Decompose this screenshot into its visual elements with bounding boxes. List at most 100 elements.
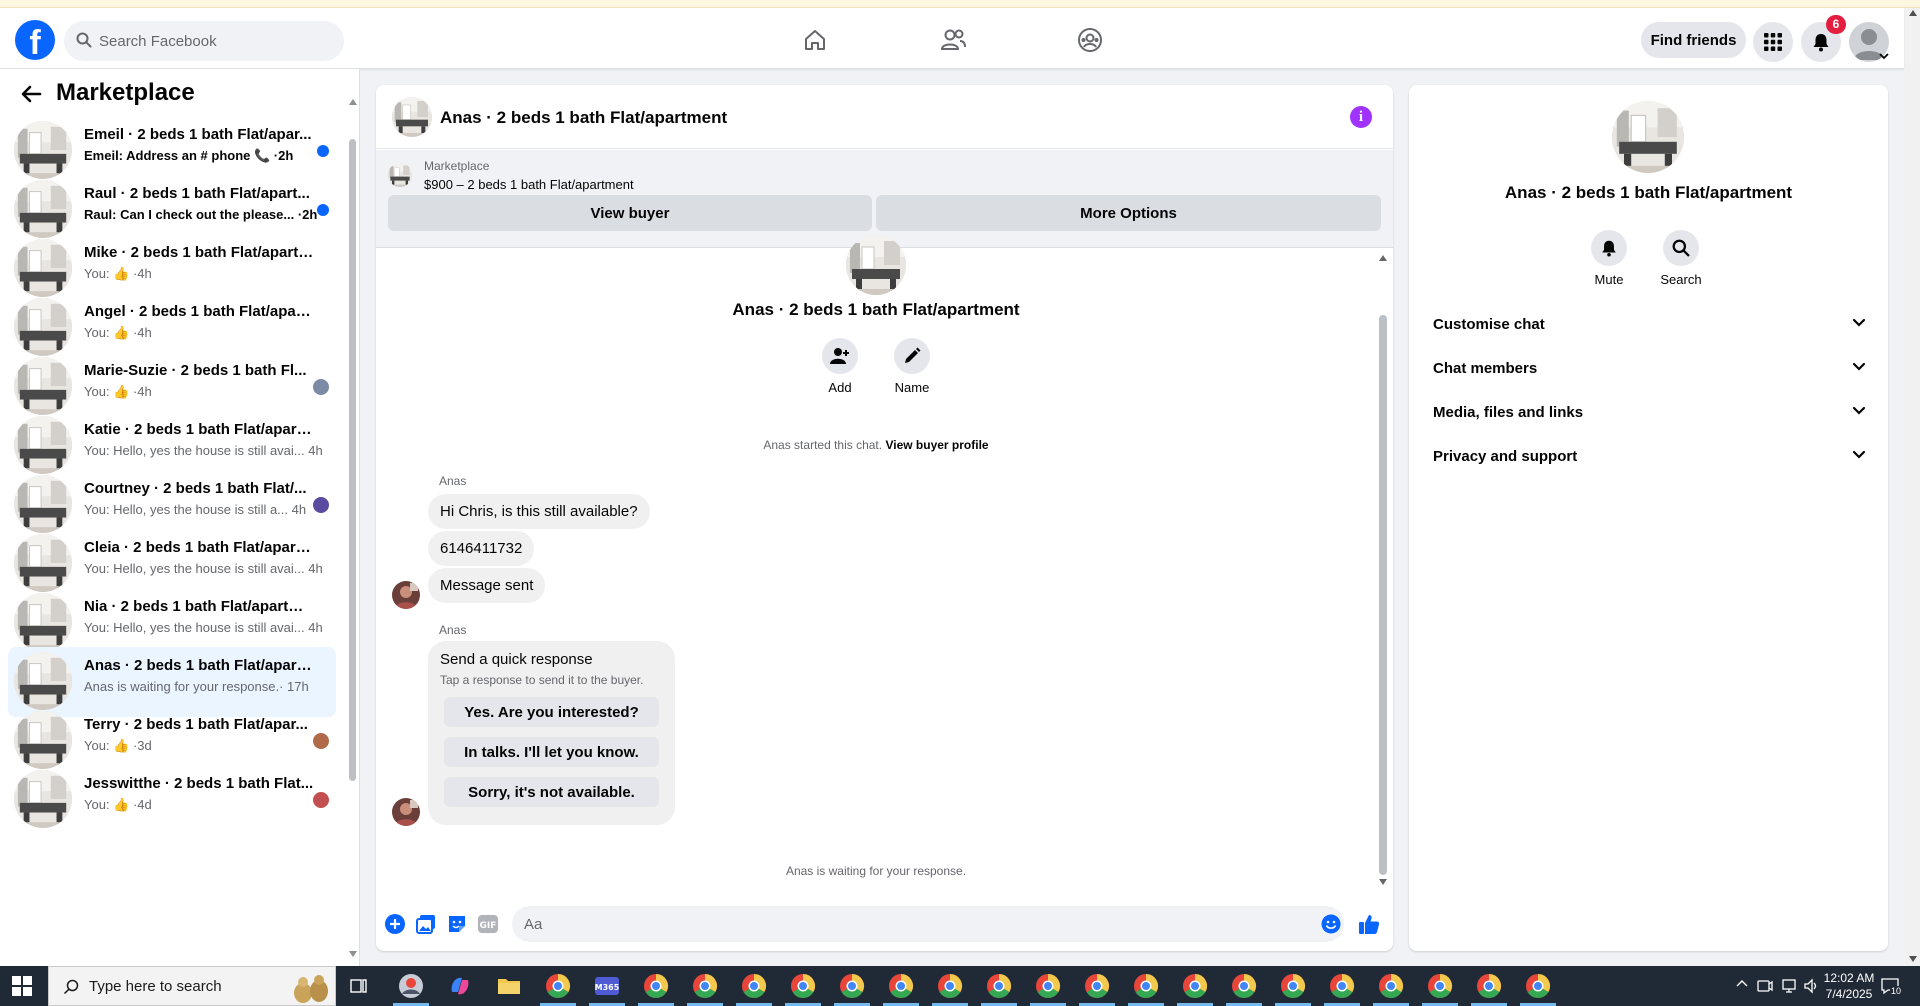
more-options-button[interactable]: More Options <box>876 195 1381 231</box>
unread-dot <box>317 145 329 157</box>
back-arrow-icon[interactable] <box>20 83 42 105</box>
chrome-icon[interactable] <box>1279 972 1307 1000</box>
mute-circle <box>1591 230 1627 266</box>
groups-tab[interactable] <box>1060 24 1120 56</box>
chrome-icon[interactable] <box>642 972 670 1000</box>
page-scrollbar[interactable] <box>1906 8 1920 966</box>
chrome-icon[interactable] <box>1377 972 1405 1000</box>
scroll-up-arrow-icon[interactable] <box>1379 255 1387 261</box>
more-actions-button[interactable] <box>384 913 406 935</box>
chrome-icon[interactable] <box>936 972 964 1000</box>
chrome-icon[interactable] <box>1475 972 1503 1000</box>
view-buyer-profile-link[interactable]: View buyer profile <box>885 438 988 452</box>
quick-response-option[interactable]: Sorry, it's not available. <box>444 777 659 807</box>
profile-app-icon[interactable] <box>397 972 425 1000</box>
sender-avatar[interactable] <box>392 581 420 609</box>
search-icon <box>1672 239 1690 257</box>
conversation-name: Mike · 2 beds 1 bath Flat/apartm... <box>84 244 314 261</box>
chrome-icon[interactable] <box>691 972 719 1000</box>
listing-title[interactable]: $900 – 2 beds 1 bath Flat/apartment <box>424 177 634 192</box>
search-icon <box>63 979 79 995</box>
thumbs-up-icon <box>1359 915 1380 934</box>
view-buyer-button[interactable]: View buyer <box>388 195 872 231</box>
mute-button[interactable]: Mute <box>1579 230 1639 287</box>
add-people-button[interactable]: Add <box>810 338 870 395</box>
chrome-icon[interactable] <box>1524 972 1552 1000</box>
chrome-icon[interactable] <box>544 972 572 1000</box>
network-icon[interactable] <box>1781 978 1797 994</box>
emoji-button[interactable] <box>1320 913 1342 935</box>
media-files-links-section[interactable]: Media, files and links <box>1417 391 1880 435</box>
facebook-logo[interactable]: f <box>15 20 55 60</box>
chrome-icon[interactable] <box>789 972 817 1000</box>
find-friends-button[interactable]: Find friends <box>1641 22 1746 58</box>
scroll-down-arrow-icon[interactable] <box>349 951 357 957</box>
conversation-thumbnail <box>14 121 72 179</box>
chrome-icon[interactable] <box>1181 972 1209 1000</box>
meet-now-icon[interactable] <box>1757 978 1773 994</box>
marketplace-sidebar: Marketplace Emeil · 2 beds 1 bath Flat/a… <box>0 69 360 966</box>
file-explorer-icon[interactable] <box>495 972 523 1000</box>
conversation-item[interactable]: Jesswitthe · 2 beds 1 bath Flat... You: 👍… <box>8 765 336 835</box>
conversation-name: Courtney · 2 beds 1 bath Flat/... <box>84 480 307 497</box>
chrome-icon[interactable] <box>1328 972 1356 1000</box>
chat-scroll-thumb[interactable] <box>1379 315 1387 875</box>
chrome-icon[interactable] <box>887 972 915 1000</box>
quick-response-option[interactable]: Yes. Are you interested? <box>444 697 659 727</box>
gif-button[interactable]: GIF <box>477 913 499 935</box>
message-bubble[interactable]: 6146411732 <box>428 531 535 566</box>
sidebar-scrollbar[interactable] <box>349 99 357 957</box>
conversation-snippet: You: Hello, yes the house is still avai.… <box>84 443 323 458</box>
privacy-support-section[interactable]: Privacy and support <box>1417 435 1880 479</box>
account-chevron-icon[interactable] <box>1879 52 1889 60</box>
customise-chat-section[interactable]: Customise chat <box>1417 303 1880 347</box>
message-bubble[interactable]: Hi Chris, is this still available? <box>428 494 650 529</box>
windows-start-icon[interactable] <box>12 976 32 996</box>
scroll-down-arrow-icon[interactable] <box>1379 879 1387 885</box>
friends-icon <box>940 29 966 50</box>
attach-photo-button[interactable] <box>415 913 437 935</box>
taskbar-clock[interactable]: 12:02 AM 7/4/2025 <box>1814 970 1884 1002</box>
chrome-icon[interactable] <box>1230 972 1258 1000</box>
conversation-snippet: You: 👍 ·4h <box>84 325 152 340</box>
scroll-down-arrow-icon[interactable] <box>1909 956 1917 962</box>
m365-icon[interactable]: M365 <box>593 972 621 1000</box>
taskbar-search[interactable]: Type here to search <box>48 966 336 1006</box>
chrome-icon[interactable] <box>1426 972 1454 1000</box>
home-tab[interactable] <box>785 24 845 56</box>
chrome-icon[interactable] <box>838 972 866 1000</box>
message-sender: Anas <box>439 623 467 637</box>
friends-tab[interactable] <box>923 24 983 56</box>
chrome-icon[interactable] <box>985 972 1013 1000</box>
scroll-up-arrow-icon[interactable] <box>349 99 357 105</box>
copilot-icon[interactable] <box>446 972 474 1000</box>
sidebar-scroll-thumb[interactable] <box>349 139 356 781</box>
chrome-icon[interactable] <box>1083 972 1111 1000</box>
scroll-up-arrow-icon[interactable] <box>1909 10 1917 16</box>
menu-button[interactable] <box>1753 22 1793 62</box>
sender-avatar[interactable] <box>392 798 420 826</box>
message-bubble[interactable]: Message sent <box>428 568 546 603</box>
search-input[interactable] <box>99 21 334 61</box>
chat-scrollbar[interactable] <box>1378 255 1388 887</box>
action-center-button[interactable]: 10 <box>1880 976 1903 998</box>
chrome-icon[interactable] <box>740 972 768 1000</box>
tray-chevron-up-icon[interactable] <box>1736 978 1748 990</box>
chat-details-panel: Anas · 2 beds 1 bath Flat/apartment Mute… <box>1409 85 1888 951</box>
search-chat-button[interactable]: Search <box>1651 230 1711 287</box>
task-view-icon[interactable] <box>350 977 368 995</box>
message-input[interactable] <box>512 906 1344 942</box>
send-like-button[interactable] <box>1358 913 1380 935</box>
chat-header-thumbnail[interactable] <box>392 97 432 137</box>
facebook-search[interactable] <box>64 21 344 61</box>
sticker-button[interactable] <box>446 913 468 935</box>
chrome-icon[interactable] <box>1132 972 1160 1000</box>
details-title: Anas · 2 beds 1 bath Flat/apartment <box>1504 183 1793 202</box>
name-chat-button[interactable]: Name <box>882 338 942 395</box>
chat-members-section[interactable]: Chat members <box>1417 347 1880 391</box>
info-icon[interactable]: i <box>1350 106 1372 128</box>
chat-header-title[interactable]: Anas · 2 beds 1 bath Flat/apartment <box>440 108 727 128</box>
plus-circle-icon <box>385 914 405 934</box>
quick-response-option[interactable]: In talks. I'll let you know. <box>444 737 659 767</box>
chrome-icon[interactable] <box>1034 972 1062 1000</box>
